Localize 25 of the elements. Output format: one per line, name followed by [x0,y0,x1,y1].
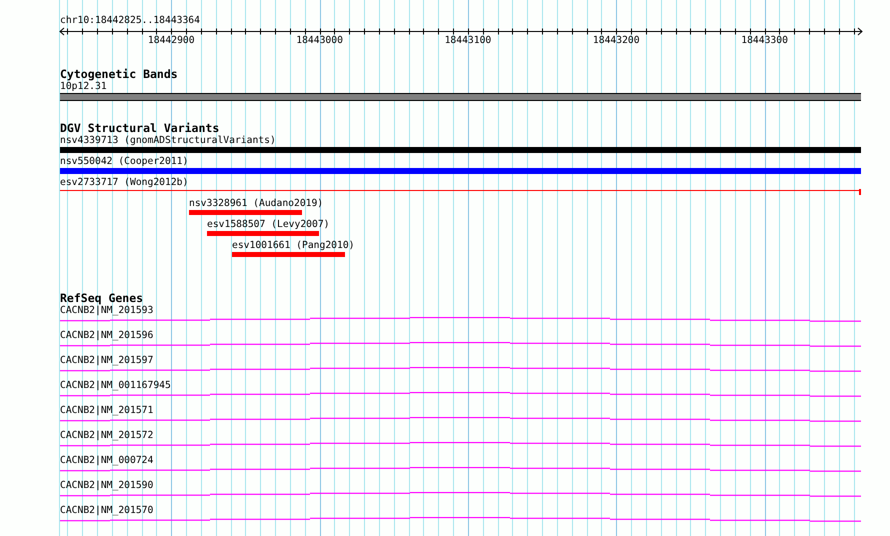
variant-label: esv2733717 (Wong2012b) [60,177,188,189]
band-label: 10p12.31 [60,81,107,93]
gene-label: CACNB2|NM_201597 [60,355,154,367]
variant-label: nsv550042 (Cooper2011) [60,156,188,168]
gene-label: CACNB2|NM_201593 [60,305,154,317]
gene-label: CACNB2|NM_201570 [60,505,154,517]
variant-label: nsv4339713 (gnomADStructuralVariants) [60,135,276,147]
gene-label: CACNB2|NM_201596 [60,330,154,342]
gene-label: CACNB2|NM_201572 [60,430,154,442]
variant-label: esv1001661 (Pang2010) [232,239,354,252]
tick-label: 18443300 [741,35,788,47]
tick-label: 18443200 [592,35,640,47]
tick-label: 18443100 [444,35,492,47]
track-title: RefSeq Genes [60,292,144,305]
gene-label: CACNB2|NM_001167945 [60,380,171,392]
region-label: chr10:18442825..18443364 [60,15,200,27]
track-title: Cytogenetic Bands [60,68,178,81]
variant-label: esv1588507 (Levy2007) [207,218,330,231]
gene-label: CACNB2|NM_201590 [60,480,154,492]
gene-label: CACNB2|NM_201571 [60,405,154,417]
variant-label: nsv3328961 (Audano2019) [189,197,324,210]
tick-label: 18443000 [296,35,343,47]
gene-label: CACNB2|NM_000724 [60,455,154,467]
track-title: DGV Structural Variants [60,122,220,135]
tick-label: 18442900 [148,35,195,47]
